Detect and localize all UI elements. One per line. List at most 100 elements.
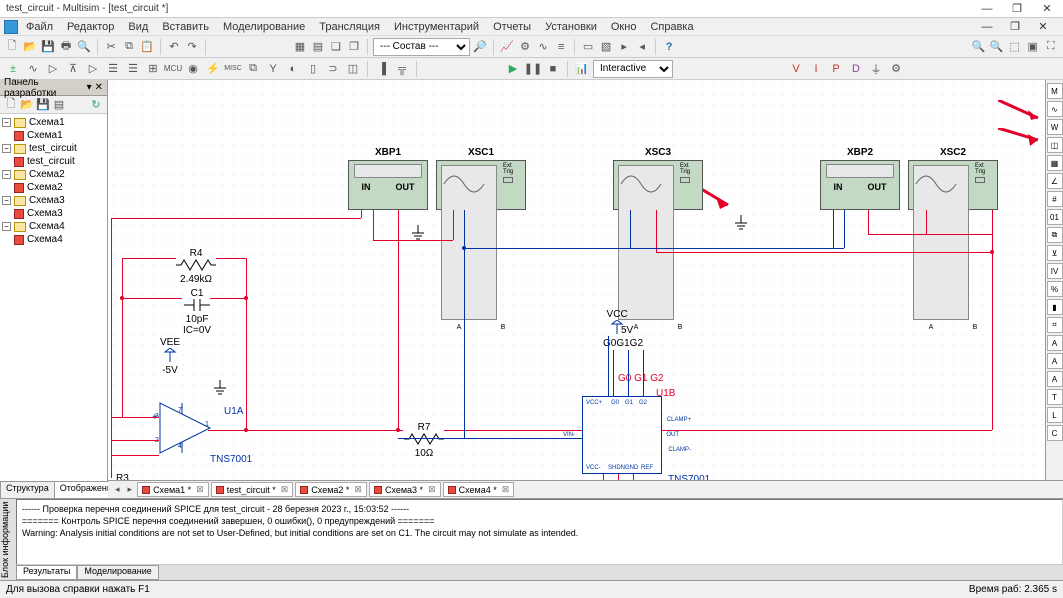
probe-p-icon[interactable]: P bbox=[827, 60, 845, 78]
tree-leaf-schema4[interactable]: Схема4 bbox=[27, 234, 63, 245]
stop-icon[interactable]: ■ bbox=[544, 60, 562, 78]
interactive-icon[interactable]: 📊 bbox=[573, 60, 591, 78]
source-icon[interactable]: ± bbox=[4, 60, 22, 78]
tree-node-schema1[interactable]: Схема1 bbox=[29, 117, 65, 128]
ultiboard-icon[interactable]: ▧ bbox=[598, 38, 614, 56]
instrument-xbp2[interactable]: XBP2 INOUT bbox=[820, 160, 900, 210]
tree-leaf-testcircuit[interactable]: test_circuit bbox=[27, 156, 75, 167]
tab-close-icon[interactable]: ⊠ bbox=[194, 484, 204, 495]
electromech-icon[interactable]: ◐ bbox=[284, 60, 302, 78]
cmos-icon[interactable]: ☰ bbox=[124, 60, 142, 78]
cut-icon[interactable]: ✂ bbox=[103, 38, 119, 56]
sim-mode-combo[interactable]: Interactive bbox=[593, 60, 673, 78]
save-icon[interactable]: 💾 bbox=[40, 38, 56, 56]
mdi-maximize-button[interactable]: ❐ bbox=[1005, 20, 1025, 34]
zoomarea-icon[interactable]: ⬚ bbox=[1007, 38, 1023, 56]
panel-dropdown-icon[interactable]: ▾ bbox=[87, 82, 92, 93]
doc-tab-schema3[interactable]: Схема3 *⊠ bbox=[369, 482, 441, 497]
component-r4[interactable]: R4 2.49kΩ bbox=[176, 248, 216, 285]
component-vee[interactable]: VEE -5V bbox=[160, 337, 180, 376]
maximize-button[interactable]: ❐ bbox=[1007, 2, 1027, 16]
doc-tab-schema4[interactable]: Схема4 *⊠ bbox=[443, 482, 515, 497]
probe-v-icon[interactable]: V bbox=[787, 60, 805, 78]
log-output[interactable]: ------ Проверка перечня соединений SPICE… bbox=[16, 499, 1063, 565]
zoomin-icon[interactable]: 🔍 bbox=[971, 38, 987, 56]
instrument-xsc1[interactable]: XSC1 Ext Trig AB bbox=[436, 160, 526, 210]
back-icon[interactable]: ◂ bbox=[634, 38, 650, 56]
component-r7[interactable]: R7 10Ω bbox=[404, 422, 444, 459]
tab-next-icon[interactable]: ▸ bbox=[125, 484, 136, 495]
find-icon[interactable]: 🔎 bbox=[472, 38, 488, 56]
misc-digital-icon[interactable]: ⊞ bbox=[144, 60, 162, 78]
rf-icon[interactable]: Y bbox=[264, 60, 282, 78]
tree-node-schema3[interactable]: Схема3 bbox=[29, 195, 65, 206]
menu-transfer[interactable]: Трансляция bbox=[313, 20, 386, 34]
analog-icon[interactable]: ▷ bbox=[84, 60, 102, 78]
component-c1[interactable]: C1 10pF IC=0V bbox=[183, 288, 211, 336]
minimize-button[interactable]: — bbox=[977, 2, 997, 16]
menu-reports[interactable]: Отчеты bbox=[487, 20, 537, 34]
tree-collapse-icon[interactable]: − bbox=[2, 118, 11, 127]
instrument-xsc3[interactable]: XSC3 Ext Trig AB bbox=[613, 160, 703, 210]
menu-insert[interactable]: Вставить bbox=[156, 20, 215, 34]
log-tab-simulation[interactable]: Моделирование bbox=[77, 565, 158, 580]
menu-window[interactable]: Окно bbox=[605, 20, 643, 34]
breadboard-icon[interactable]: ▭ bbox=[580, 38, 596, 56]
design-tree[interactable]: −Схема1 Схема1 −test_circuit test_circui… bbox=[0, 114, 107, 481]
wattmeter-icon[interactable]: W bbox=[1047, 119, 1063, 135]
undo-icon[interactable]: ↶ bbox=[166, 38, 182, 56]
menu-options[interactable]: Установки bbox=[539, 20, 603, 34]
bode-icon[interactable]: ∠ bbox=[1047, 173, 1063, 189]
run-icon[interactable]: ▶ bbox=[504, 60, 522, 78]
funcgen-icon[interactable]: ∿ bbox=[1047, 101, 1063, 117]
labview-icon[interactable]: L bbox=[1047, 407, 1063, 423]
tab-close-icon[interactable]: ⊠ bbox=[426, 484, 436, 495]
freq-counter-icon[interactable]: # bbox=[1047, 191, 1063, 207]
tree-collapse-icon[interactable]: − bbox=[2, 170, 11, 179]
analysis-icon[interactable]: ∿ bbox=[535, 38, 551, 56]
zoomout-icon[interactable]: 🔍 bbox=[989, 38, 1005, 56]
tree-leaf-schema2[interactable]: Схема2 bbox=[27, 182, 63, 193]
print-icon[interactable]: 🖶 bbox=[58, 38, 74, 56]
tree-leaf-schema1[interactable]: Схема1 bbox=[27, 130, 63, 141]
tek-osc-icon[interactable]: T bbox=[1047, 389, 1063, 405]
diode-icon[interactable]: ▷ bbox=[44, 60, 62, 78]
tree-collapse-icon[interactable]: − bbox=[2, 144, 11, 153]
doc-tab-schema2[interactable]: Схема2 *⊠ bbox=[295, 482, 367, 497]
tab-close-icon[interactable]: ⊠ bbox=[352, 484, 362, 495]
tab-close-icon[interactable]: ⊠ bbox=[279, 484, 289, 495]
fullscreen-icon[interactable]: ⛶ bbox=[1043, 38, 1059, 56]
open-design-icon[interactable]: 📂 bbox=[20, 98, 34, 112]
logic-analyzer-icon[interactable]: ⧉ bbox=[1047, 227, 1063, 243]
grapher-icon[interactable]: 📈 bbox=[499, 38, 515, 56]
design-list-icon[interactable]: ▤ bbox=[52, 98, 66, 112]
agilent-mm-icon[interactable]: A bbox=[1047, 353, 1063, 369]
new-design-icon[interactable]: 🗋 bbox=[4, 98, 18, 112]
menu-help[interactable]: Справка bbox=[644, 20, 699, 34]
db-icon[interactable]: ≡ bbox=[553, 38, 569, 56]
wordgen-icon[interactable]: 01 bbox=[1047, 209, 1063, 225]
tree-collapse-icon[interactable]: − bbox=[2, 222, 11, 231]
ttl-icon[interactable]: ☰ bbox=[104, 60, 122, 78]
component-u1b-chip[interactable]: VCC+ G0 G1 G2 VIN- CLAMP+ OUT CLAMP- VCC… bbox=[582, 396, 662, 474]
tree-collapse-icon[interactable]: − bbox=[2, 196, 11, 205]
new-icon[interactable]: 🗋 bbox=[4, 38, 20, 56]
logic-conv-icon[interactable]: ⊻ bbox=[1047, 245, 1063, 261]
open-icon[interactable]: 📂 bbox=[22, 38, 38, 56]
mdi-minimize-button[interactable]: — bbox=[977, 20, 997, 34]
multimeter-icon[interactable]: M bbox=[1047, 83, 1063, 99]
distortion-icon[interactable]: % bbox=[1047, 281, 1063, 297]
log-tab-results[interactable]: Результаты bbox=[16, 565, 77, 580]
postproc-icon[interactable]: ⚙ bbox=[517, 38, 533, 56]
pause-icon[interactable]: ❚❚ bbox=[524, 60, 542, 78]
copy-icon[interactable]: ⧉ bbox=[121, 38, 137, 56]
inuse-combo[interactable]: --- Состав --- bbox=[373, 38, 470, 56]
tile-icon[interactable]: ❐ bbox=[346, 38, 362, 56]
mcu-icon[interactable]: ◫ bbox=[344, 60, 362, 78]
doc-tab-schema1[interactable]: Схема1 *⊠ bbox=[137, 482, 209, 497]
help-icon[interactable]: ? bbox=[661, 38, 677, 56]
probe-i-icon[interactable]: I bbox=[807, 60, 825, 78]
iv-analyzer-icon[interactable]: IV bbox=[1047, 263, 1063, 279]
probe-d-icon[interactable]: D bbox=[847, 60, 865, 78]
transistor-icon[interactable]: ⊼ bbox=[64, 60, 82, 78]
